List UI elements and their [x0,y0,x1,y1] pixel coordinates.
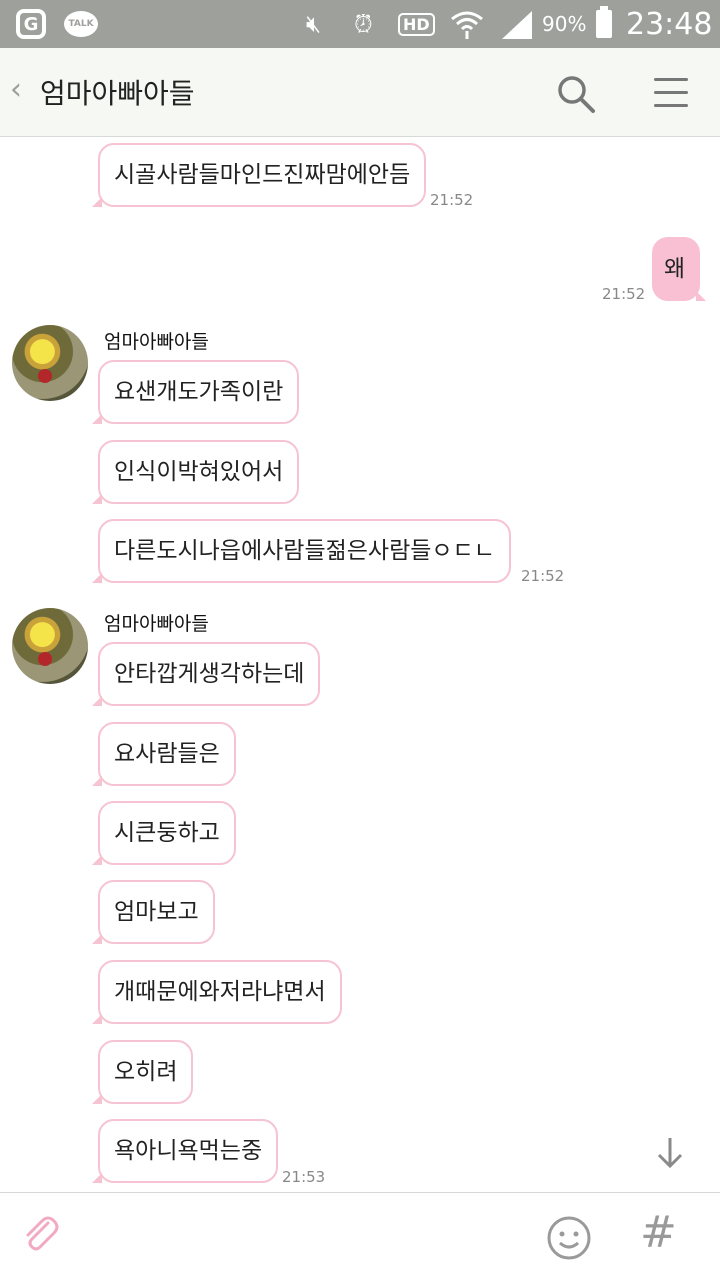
alarm-icon: ⏰︎ [354,10,373,38]
talk-label: TALK [64,11,98,37]
message-bubble[interactable]: 요사람들은 [92,722,236,786]
back-chevron-icon[interactable]: ‹ [10,72,22,107]
message-bubble[interactable]: 인식이박혀있어서 [91,440,300,504]
message-bubble[interactable]: 욕아니욕먹는중 [91,1119,279,1183]
avatar[interactable] [12,325,88,401]
attach-icon[interactable] [18,1213,62,1257]
search-icon[interactable] [556,74,596,114]
emoji-icon[interactable] [546,1215,592,1261]
status-bar: G TALK 🔇︎ ⏰︎ HD 90% 23:48 [0,0,720,48]
message-bubble[interactable]: 시골사람들마인드진짜맘에안듬 [91,143,427,207]
hd-label: HD [398,12,435,36]
wifi-icon [450,0,484,48]
menu-icon[interactable] [654,76,690,110]
signal-icon [500,0,534,48]
my-message-bubble[interactable]: 왜 [652,237,706,301]
battery-percent: 90% [542,12,587,36]
sender-name: 엄마아빠아들 [104,613,209,635]
hashtag-icon[interactable]: # [640,1207,677,1258]
chat-title: 엄마아빠아들 [40,77,195,110]
message-bubble[interactable]: 엄마보고 [92,880,215,944]
message-time: 21:52 [521,567,565,585]
scroll-down-icon[interactable] [654,1134,686,1170]
sender-name: 엄마아빠아들 [104,331,209,353]
message-bubble[interactable]: 다른도시나읍에사람들젊은사람들ㅇㄷㄴ [92,519,511,583]
kakaotalk-notification-icon: TALK [64,0,98,48]
message-bubble[interactable]: 안타깝게생각하는데 [91,642,321,706]
mute-icon: 🔇︎ [306,10,322,38]
input-bar: # [0,1192,720,1281]
chat-header: ‹ 엄마아빠아들 [0,48,720,137]
carrier-icon: G [16,0,46,48]
message-time: 21:52 [602,285,646,303]
message-bubble[interactable]: 오히려 [91,1040,194,1104]
message-time: 21:52 [430,191,474,209]
battery-icon [596,0,612,48]
hd-icon: HD [398,0,435,48]
message-bubble[interactable]: 시큰둥하고 [92,801,236,865]
message-list[interactable]: 시골사람들마인드진짜맘에안듬 21:52 왜 21:52 엄마아빠아들 요샌개도… [0,137,720,1192]
avatar[interactable] [12,608,88,684]
message-bubble[interactable]: 개때문에와저라냐면서 [92,960,342,1024]
clock: 23:48 [626,6,713,42]
message-bubble[interactable]: 요샌개도가족이란 [91,360,300,424]
message-time: 21:53 [282,1168,326,1186]
